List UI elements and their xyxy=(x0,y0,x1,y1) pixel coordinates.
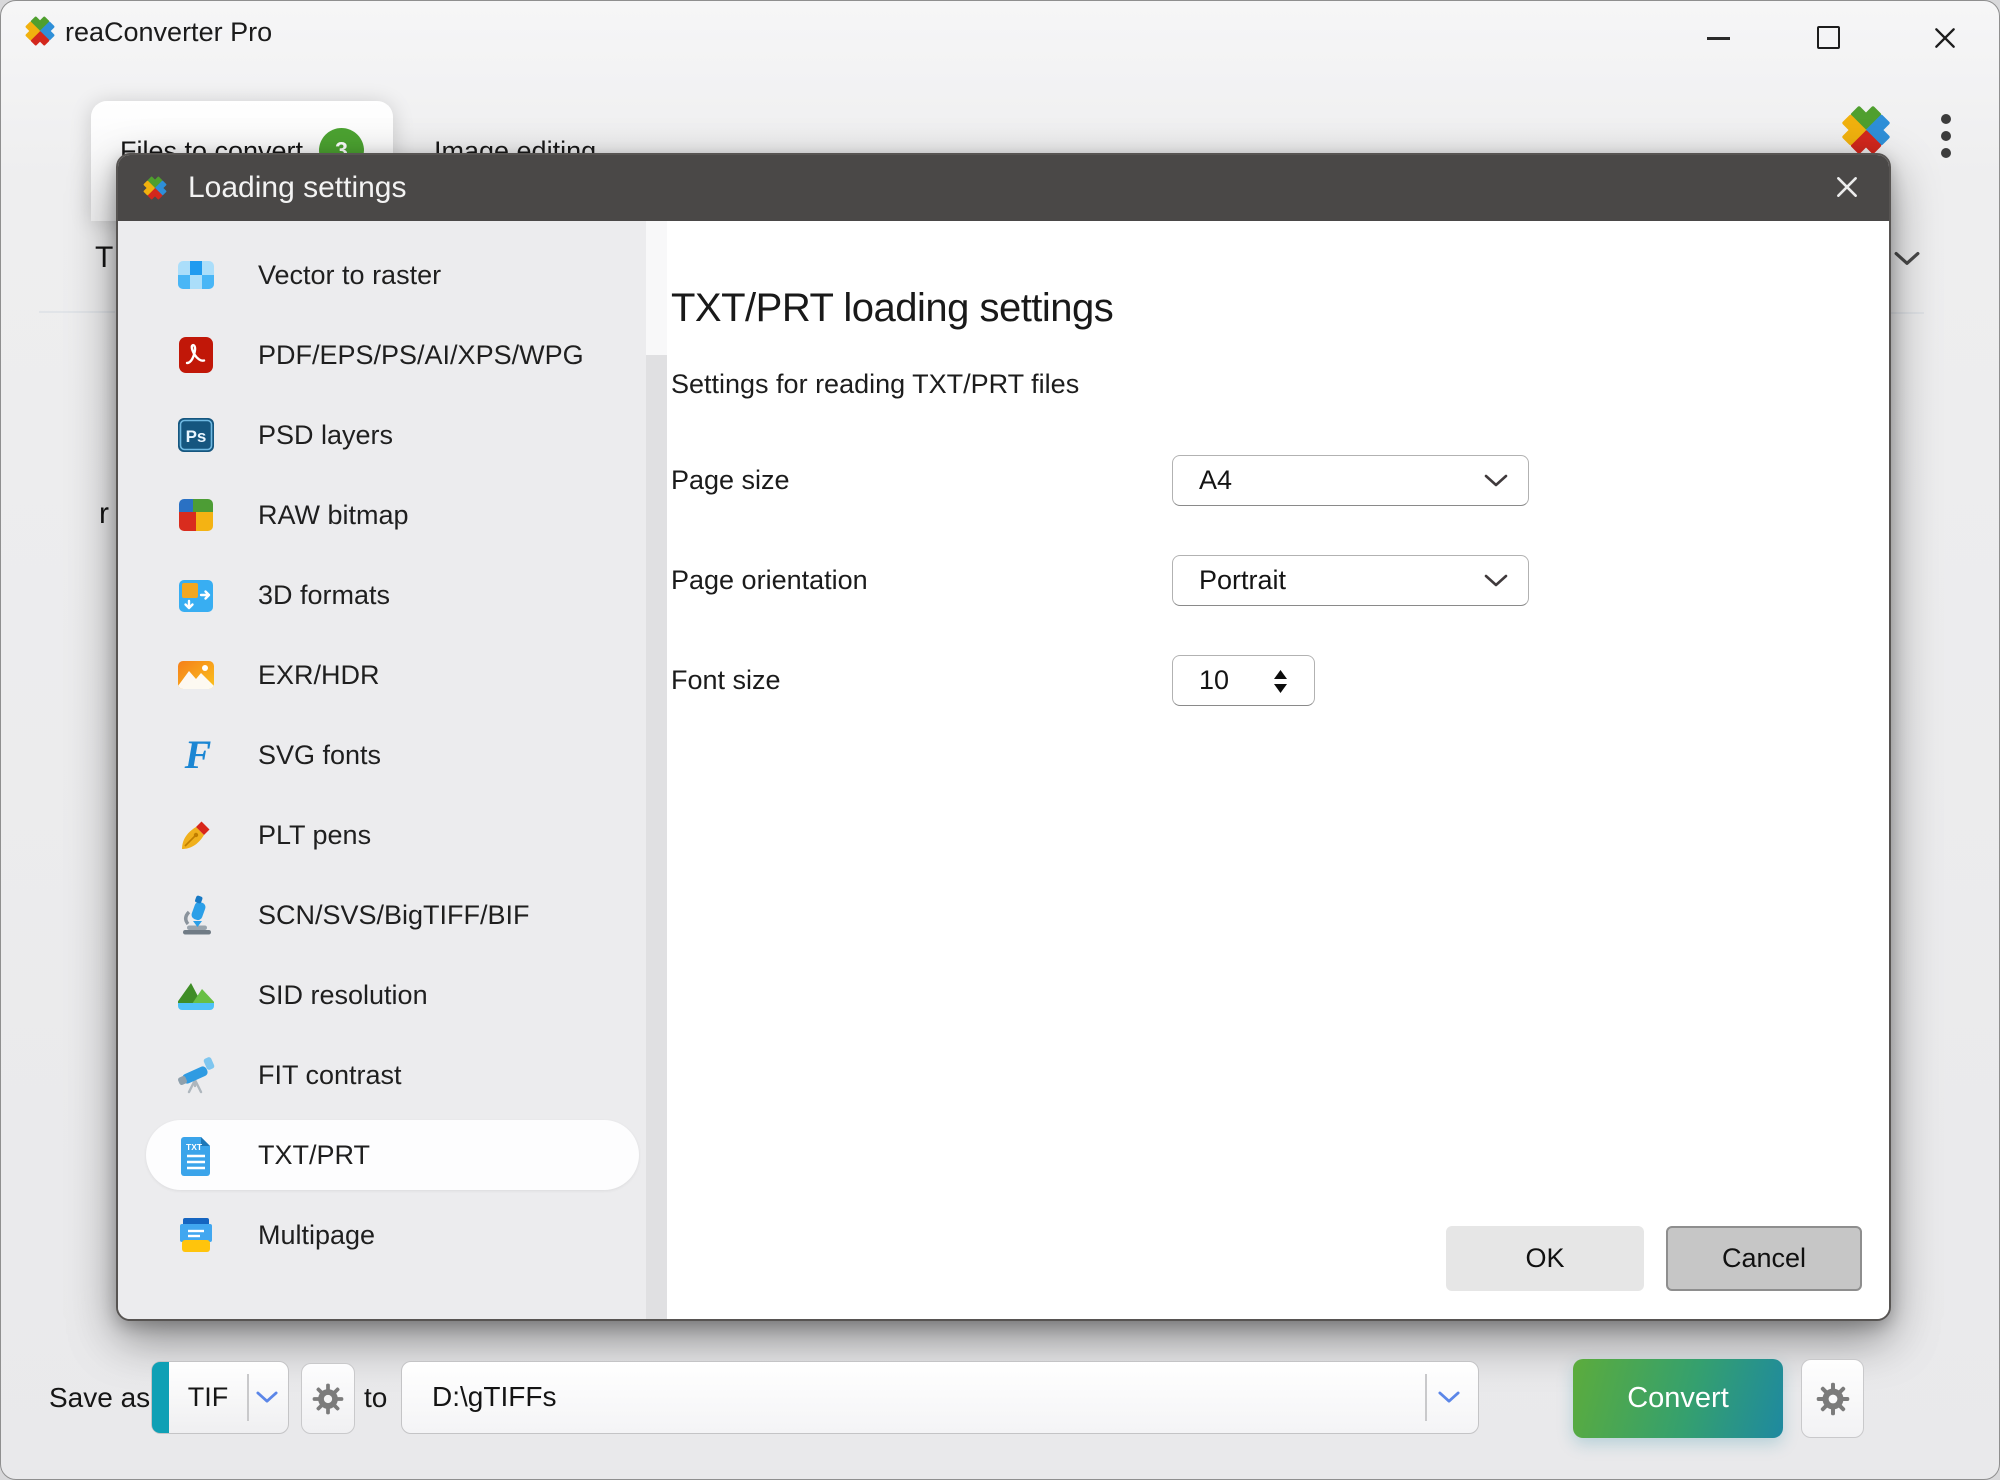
mountains-icon xyxy=(174,973,218,1017)
spinner-up-icon[interactable] xyxy=(1274,670,1287,679)
menu-kebab-icon[interactable] xyxy=(1941,114,1951,158)
pen-nib-icon xyxy=(174,813,218,857)
sidebar-item-psd-layers[interactable]: Ps PSD layers xyxy=(118,395,646,475)
page-orientation-value: Portrait xyxy=(1199,565,1286,596)
loading-settings-dialog: Loading settings Vector to raster xyxy=(116,153,1891,1321)
multipage-drawer-icon xyxy=(174,1213,218,1257)
svg-text:F: F xyxy=(184,733,212,777)
sidebar-item-plt-pens[interactable]: PLT pens xyxy=(118,795,646,875)
background-divider xyxy=(39,311,115,313)
convert-button[interactable]: Convert xyxy=(1573,1359,1783,1438)
divider xyxy=(1425,1374,1427,1421)
sidebar-item-raw-bitmap[interactable]: RAW bitmap xyxy=(118,475,646,555)
dialog-close-icon[interactable] xyxy=(1834,174,1860,200)
svg-text:TXT: TXT xyxy=(186,1142,203,1152)
microscope-icon xyxy=(174,893,218,937)
divider xyxy=(247,1374,249,1421)
raw-bitmap-icon xyxy=(174,493,218,537)
sidebar-item-svg-fonts[interactable]: F SVG fonts xyxy=(118,715,646,795)
sidebar-item-3d-formats[interactable]: 3D formats xyxy=(118,555,646,635)
page-orientation-dropdown[interactable]: Portrait xyxy=(1172,555,1529,606)
dialog-sidebar: Vector to raster PDF/EPS/PS/AI/XPS/WPG P… xyxy=(118,221,646,1319)
format-select[interactable]: TIF xyxy=(151,1361,289,1434)
sidebar-item-exr-hdr[interactable]: EXR/HDR xyxy=(118,635,646,715)
chevron-down-icon xyxy=(1484,574,1508,588)
dialog-title: Loading settings xyxy=(188,171,407,205)
svg-text:Ps: Ps xyxy=(186,427,207,446)
sidebar-item-sid-resolution[interactable]: SID resolution xyxy=(118,955,646,1035)
sidebar-item-vector-to-raster[interactable]: Vector to raster xyxy=(118,235,646,315)
sidebar-item-pdf-eps[interactable]: PDF/EPS/PS/AI/XPS/WPG xyxy=(118,315,646,395)
output-path-value: D:\gTIFFs xyxy=(432,1362,556,1432)
font-size-value: 10 xyxy=(1199,665,1229,696)
spinner-down-icon[interactable] xyxy=(1274,684,1287,693)
dialog-main-panel: TXT/PRT loading settings Settings for re… xyxy=(667,221,1889,1319)
app-title: reaConverter Pro xyxy=(65,1,272,63)
format-value: TIF xyxy=(169,1362,247,1432)
scrollbar-thumb[interactable] xyxy=(646,221,667,355)
page-title: TXT/PRT loading settings xyxy=(671,284,1113,332)
page-subtitle: Settings for reading TXT/PRT files xyxy=(671,369,1079,400)
hdr-image-icon xyxy=(174,653,218,697)
3d-cube-icon xyxy=(174,573,218,617)
font-f-icon: F xyxy=(174,733,218,777)
chevron-down-icon xyxy=(1438,1391,1460,1404)
sidebar-item-fit-contrast[interactable]: FIT contrast xyxy=(118,1035,646,1115)
ok-button[interactable]: OK xyxy=(1446,1226,1644,1291)
page-size-value: A4 xyxy=(1199,465,1232,496)
sidebar-item-scn-svs[interactable]: SCN/SVS/BigTIFF/BIF xyxy=(118,875,646,955)
background-text-fragment: T xyxy=(95,241,113,275)
to-label: to xyxy=(364,1381,387,1415)
page-orientation-label: Page orientation xyxy=(671,555,868,606)
sidebar-item-txt-prt[interactable]: TXT TXT/PRT xyxy=(118,1115,646,1195)
cancel-button[interactable]: Cancel xyxy=(1666,1226,1862,1291)
save-as-label: Save as xyxy=(49,1381,150,1415)
sidebar-item-multipage[interactable]: Multipage xyxy=(118,1195,646,1275)
sidebar-scrollbar[interactable] xyxy=(646,221,667,1319)
photoshop-icon: Ps xyxy=(174,413,218,457)
dialog-logo-icon xyxy=(140,173,170,203)
page-size-dropdown[interactable]: A4 xyxy=(1172,455,1529,506)
advanced-settings-button[interactable] xyxy=(1801,1359,1864,1438)
pdf-icon xyxy=(174,333,218,377)
output-path-select[interactable]: D:\gTIFFs xyxy=(401,1361,1479,1434)
maximize-button[interactable] xyxy=(1817,26,1840,49)
font-size-label: Font size xyxy=(671,655,781,706)
format-settings-button[interactable] xyxy=(301,1363,355,1434)
collapse-chevron-icon[interactable] xyxy=(1894,251,1920,267)
close-button[interactable] xyxy=(1932,25,1958,51)
font-size-spinner[interactable]: 10 xyxy=(1172,655,1315,706)
chevron-down-icon xyxy=(1484,474,1508,488)
telescope-icon xyxy=(174,1053,218,1097)
dialog-titlebar: Loading settings xyxy=(118,155,1889,221)
txt-document-icon: TXT xyxy=(174,1133,218,1177)
minimize-button[interactable] xyxy=(1707,37,1730,40)
page-size-label: Page size xyxy=(671,455,790,506)
vector-raster-icon xyxy=(174,253,218,297)
chevron-down-icon xyxy=(256,1391,278,1404)
reaconverter-logo-icon xyxy=(1835,99,1897,161)
app-logo-icon xyxy=(21,12,59,50)
background-text-fragment: r xyxy=(99,497,109,531)
app-window: reaConverter Pro Files to convert 3 Imag… xyxy=(0,0,2000,1480)
format-accent-bar xyxy=(152,1362,169,1433)
background-divider xyxy=(1890,312,1924,314)
